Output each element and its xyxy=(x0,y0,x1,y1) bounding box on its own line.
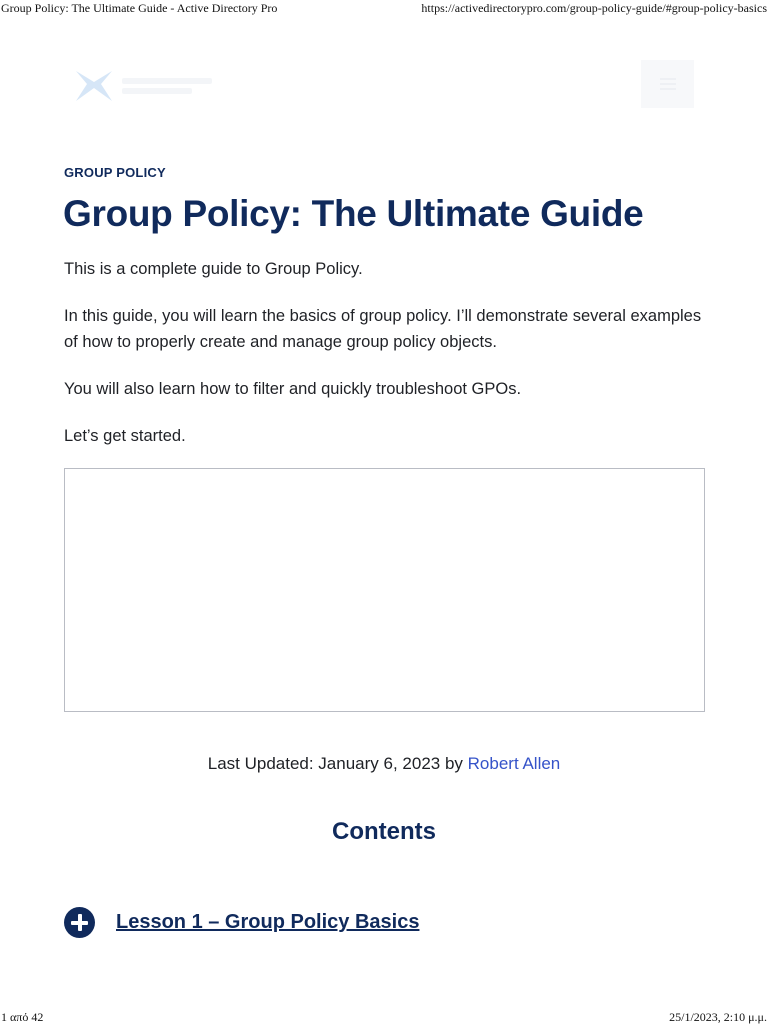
category-label[interactable]: GROUP POLICY xyxy=(64,165,166,180)
logo-wordmark xyxy=(122,78,212,94)
contents-heading: Contents xyxy=(332,818,436,845)
intro-paragraph: In this guide, you will learn the basics… xyxy=(64,307,702,351)
author-link[interactable]: Robert Allen xyxy=(468,754,561,773)
print-footer-datetime: 25/1/2023, 2:10 μ.μ. xyxy=(669,1010,767,1024)
lesson-1-link[interactable]: Lesson 1 – Group Policy Basics xyxy=(116,911,419,934)
hamburger-menu-icon xyxy=(659,78,676,90)
last-updated-line: Last Updated: January 6, 2023 by Robert … xyxy=(0,754,768,774)
toc-item-lesson-1[interactable]: Lesson 1 – Group Policy Basics xyxy=(64,907,419,938)
print-header-title: Group Policy: The Ultimate Guide - Activ… xyxy=(1,1,278,15)
intro-paragraph: Let’s get started. xyxy=(64,427,186,445)
menu-button[interactable] xyxy=(641,60,694,108)
plus-circle-icon[interactable] xyxy=(64,907,95,938)
embedded-video-frame[interactable] xyxy=(64,468,705,712)
last-updated-text: Last Updated: January 6, 2023 by xyxy=(207,754,468,773)
site-logo[interactable] xyxy=(74,66,224,106)
intro-paragraph: This is a complete guide to Group Policy… xyxy=(64,260,363,278)
intro-paragraph: You will also learn how to filter and qu… xyxy=(64,380,522,398)
logo-icon xyxy=(76,71,112,101)
page-title: Group Policy: The Ultimate Guide xyxy=(63,193,644,234)
print-footer-page: 1 από 42 xyxy=(1,1010,44,1024)
print-header-url: https://activedirectorypro.com/group-pol… xyxy=(421,1,767,15)
